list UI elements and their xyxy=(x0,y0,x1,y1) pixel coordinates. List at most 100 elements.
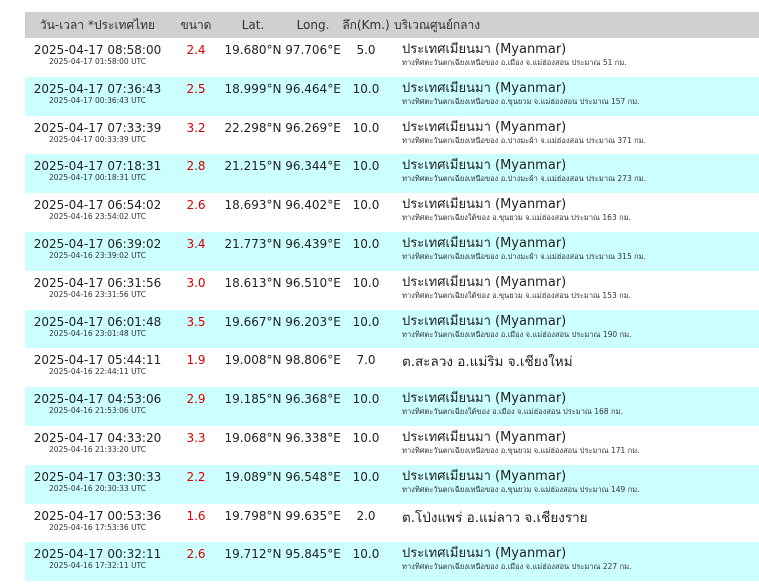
latitude-cell: 18.693°N xyxy=(224,198,282,213)
utc-datetime: 2025-04-16 17:32:11 UTC xyxy=(49,561,146,571)
region-detail: ทางทิศตะวันตกเฉียงเหนือของ อ.ขุนยวม จ.แม… xyxy=(402,445,640,455)
local-datetime: 2025-04-17 04:53:06 xyxy=(33,392,162,407)
depth-cell: 10.0 xyxy=(352,159,380,174)
local-datetime: 2025-04-17 06:39:02 xyxy=(33,236,162,251)
header-depth: ลึก(Km.) xyxy=(342,12,390,38)
table-row[interactable]: 2025-04-17 06:39:02 2025-04-16 23:39:02 U… xyxy=(25,231,759,271)
depth-cell: 10.0 xyxy=(352,236,380,251)
local-datetime: 2025-04-17 07:36:43 xyxy=(33,81,162,96)
region-name: ประเทศเมียนมา (Myanmar) xyxy=(402,158,567,174)
region-name: ประเทศเมียนมา (Myanmar) xyxy=(402,197,567,213)
region-detail: ทางทิศตะวันตกเฉียงเหนือของ อ.เมือง จ.แม่… xyxy=(402,562,632,572)
utc-datetime: 2025-04-16 23:54:02 UTC xyxy=(49,212,146,222)
magnitude-cell: 3.4 xyxy=(186,236,206,251)
local-datetime: 2025-04-17 08:58:00 xyxy=(33,43,162,57)
longitude-cell: 96.338°E xyxy=(285,430,341,445)
datetime-cell: 2025-04-17 00:32:11 2025-04-16 17:32:11 U… xyxy=(25,542,170,581)
depth-cell: 10.0 xyxy=(352,120,380,135)
magnitude-cell: 1.9 xyxy=(186,353,206,368)
utc-datetime: 2025-04-16 23:01:48 UTC xyxy=(49,328,146,338)
depth-cell: 10.0 xyxy=(352,81,380,96)
region-cell: ประเทศเมียนมา (Myanmar) ทางทิศตะวันตกเฉีย… xyxy=(390,426,759,465)
depth-cell: 10.0 xyxy=(352,392,380,407)
table-row[interactable]: 2025-04-17 04:53:06 2025-04-16 21:53:06 U… xyxy=(25,387,759,426)
depth-cell: 10.0 xyxy=(352,430,380,445)
table-row[interactable]: 2025-04-17 07:36:43 2025-04-17 00:36:43 U… xyxy=(25,76,759,116)
utc-datetime: 2025-04-16 17:53:36 UTC xyxy=(49,522,146,532)
local-datetime: 2025-04-17 00:32:11 xyxy=(33,547,162,562)
header-magnitude: ขนาด xyxy=(170,12,222,38)
datetime-cell: 2025-04-17 06:01:48 2025-04-16 23:01:48 U… xyxy=(25,310,170,349)
latitude-cell: 19.089°N xyxy=(224,469,282,484)
table-body: 2025-04-17 08:58:00 2025-04-17 01:58:00 U… xyxy=(25,38,759,582)
magnitude-cell: 3.0 xyxy=(186,275,206,290)
magnitude-cell: 3.2 xyxy=(186,120,206,135)
longitude-cell: 97.706°E xyxy=(285,43,341,57)
depth-cell: 10.0 xyxy=(352,198,380,213)
region-detail: ทางทิศตะวันตกเฉียงเหนือของ อ.ปางมะผ้า จ.… xyxy=(402,135,646,145)
depth-cell: 10.0 xyxy=(352,547,380,562)
region-cell: ประเทศเมียนมา (Myanmar) ทางทิศตะวันตกเฉีย… xyxy=(390,38,759,77)
region-detail: ทางทิศตะวันตกเฉียงเหนือของ อ.ปางมะผ้า จ.… xyxy=(402,174,646,184)
latitude-cell: 19.798°N xyxy=(224,508,282,523)
longitude-cell: 96.464°E xyxy=(285,81,341,96)
latitude-cell: 18.999°N xyxy=(224,81,282,96)
latitude-cell: 22.298°N xyxy=(224,120,282,135)
region-name: ต.โป่งแพร่ อ.แม่ลาว จ.เชียงราย xyxy=(402,509,588,526)
region-cell: ประเทศเมียนมา (Myanmar) ทางทิศตะวันตกเฉีย… xyxy=(390,154,759,193)
header-lon: Long. xyxy=(284,12,342,38)
local-datetime: 2025-04-17 07:18:31 xyxy=(33,159,162,174)
longitude-cell: 99.635°E xyxy=(285,508,341,523)
magnitude-cell: 3.3 xyxy=(186,430,206,445)
table-row[interactable]: 2025-04-17 06:01:48 2025-04-16 23:01:48 U… xyxy=(25,309,759,349)
table-row[interactable]: 2025-04-17 06:31:56 2025-04-16 23:31:56 U… xyxy=(25,271,759,310)
local-datetime: 2025-04-17 03:30:33 xyxy=(33,469,162,484)
magnitude-cell: 2.9 xyxy=(186,392,206,407)
longitude-cell: 98.806°E xyxy=(285,353,341,368)
region-detail: ทางทิศตะวันตกเฉียงเหนือของ อ.ปางมะผ้า จ.… xyxy=(402,251,646,261)
longitude-cell: 96.439°E xyxy=(285,236,341,251)
table-row[interactable]: 2025-04-17 07:33:39 2025-04-17 00:33:39 U… xyxy=(25,116,759,155)
utc-datetime: 2025-04-17 00:33:39 UTC xyxy=(49,134,146,144)
table-row[interactable]: 2025-04-17 08:58:00 2025-04-17 01:58:00 U… xyxy=(25,38,759,77)
region-cell: ประเทศเมียนมา (Myanmar) ทางทิศตะวันตกเฉีย… xyxy=(390,77,759,116)
table-row[interactable]: 2025-04-17 06:54:02 2025-04-16 23:54:02 U… xyxy=(25,193,759,232)
depth-cell: 10.0 xyxy=(352,469,380,484)
local-datetime: 2025-04-17 06:31:56 xyxy=(33,275,162,290)
region-cell: ประเทศเมียนมา (Myanmar) ทางทิศตะวันตกเฉีย… xyxy=(390,310,759,349)
region-detail: ทางทิศตะวันตกเฉียงเหนือของ อ.เมือง จ.แม่… xyxy=(402,58,627,67)
local-datetime: 2025-04-17 06:54:02 xyxy=(33,198,162,213)
region-cell: ประเทศเมียนมา (Myanmar) ทางทิศตะวันตกเฉีย… xyxy=(390,387,759,426)
table-row[interactable]: 2025-04-17 04:33:20 2025-04-16 21:33:20 U… xyxy=(25,426,759,465)
datetime-cell: 2025-04-17 05:44:11 2025-04-16 22:44:11 U… xyxy=(25,348,170,387)
magnitude-cell: 3.5 xyxy=(186,314,206,329)
region-cell: ประเทศเมียนมา (Myanmar) ทางทิศตะวันตกเฉีย… xyxy=(390,116,759,155)
region-cell: ประเทศเมียนมา (Myanmar) ทางทิศตะวันตกเฉีย… xyxy=(390,542,759,581)
longitude-cell: 96.368°E xyxy=(285,392,341,407)
datetime-cell: 2025-04-17 06:54:02 2025-04-16 23:54:02 U… xyxy=(25,193,170,232)
latitude-cell: 18.613°N xyxy=(224,275,282,290)
table-header-row: วัน-เวลา *ประเทศไทย ขนาด Lat. Long. ลึก(… xyxy=(25,12,759,38)
region-detail: ทางทิศตะวันตกเฉียงเหนือของ อ.เมือง จ.แม่… xyxy=(402,329,632,339)
region-name: ประเทศเมียนมา (Myanmar) xyxy=(402,274,567,290)
magnitude-cell: 2.8 xyxy=(186,159,206,174)
region-cell: ต.โป่งแพร่ อ.แม่ลาว จ.เชียงราย xyxy=(390,504,759,543)
table-row[interactable]: 2025-04-17 07:18:31 2025-04-17 00:18:31 U… xyxy=(25,154,759,194)
local-datetime: 2025-04-17 05:44:11 xyxy=(33,353,162,368)
depth-cell: 10.0 xyxy=(352,275,380,290)
table-row[interactable]: 2025-04-17 03:30:33 2025-04-16 20:30:33 U… xyxy=(25,464,759,504)
table-row[interactable]: 2025-04-17 00:53:36 2025-04-16 17:53:36 U… xyxy=(25,504,759,543)
datetime-cell: 2025-04-17 00:53:36 2025-04-16 17:53:36 U… xyxy=(25,504,170,543)
magnitude-cell: 2.5 xyxy=(186,81,206,96)
utc-datetime: 2025-04-16 21:53:06 UTC xyxy=(49,406,146,416)
longitude-cell: 96.402°E xyxy=(285,198,341,213)
region-detail: ทางทิศตะวันตกเฉียงใต้ของ อ.เมือง จ.แม่ฮ่… xyxy=(402,407,623,417)
region-name: ประเทศเมียนมา (Myanmar) xyxy=(402,391,567,407)
datetime-cell: 2025-04-17 04:53:06 2025-04-16 21:53:06 U… xyxy=(25,387,170,426)
local-datetime: 2025-04-17 00:53:36 xyxy=(33,508,162,523)
datetime-cell: 2025-04-17 06:39:02 2025-04-16 23:39:02 U… xyxy=(25,232,170,271)
table-row[interactable]: 2025-04-17 05:44:11 2025-04-16 22:44:11 U… xyxy=(25,348,759,387)
table-row[interactable]: 2025-04-17 00:32:11 2025-04-16 17:32:11 U… xyxy=(25,542,759,582)
earthquake-table: วัน-เวลา *ประเทศไทย ขนาด Lat. Long. ลึก(… xyxy=(25,12,759,582)
latitude-cell: 21.773°N xyxy=(224,236,282,251)
